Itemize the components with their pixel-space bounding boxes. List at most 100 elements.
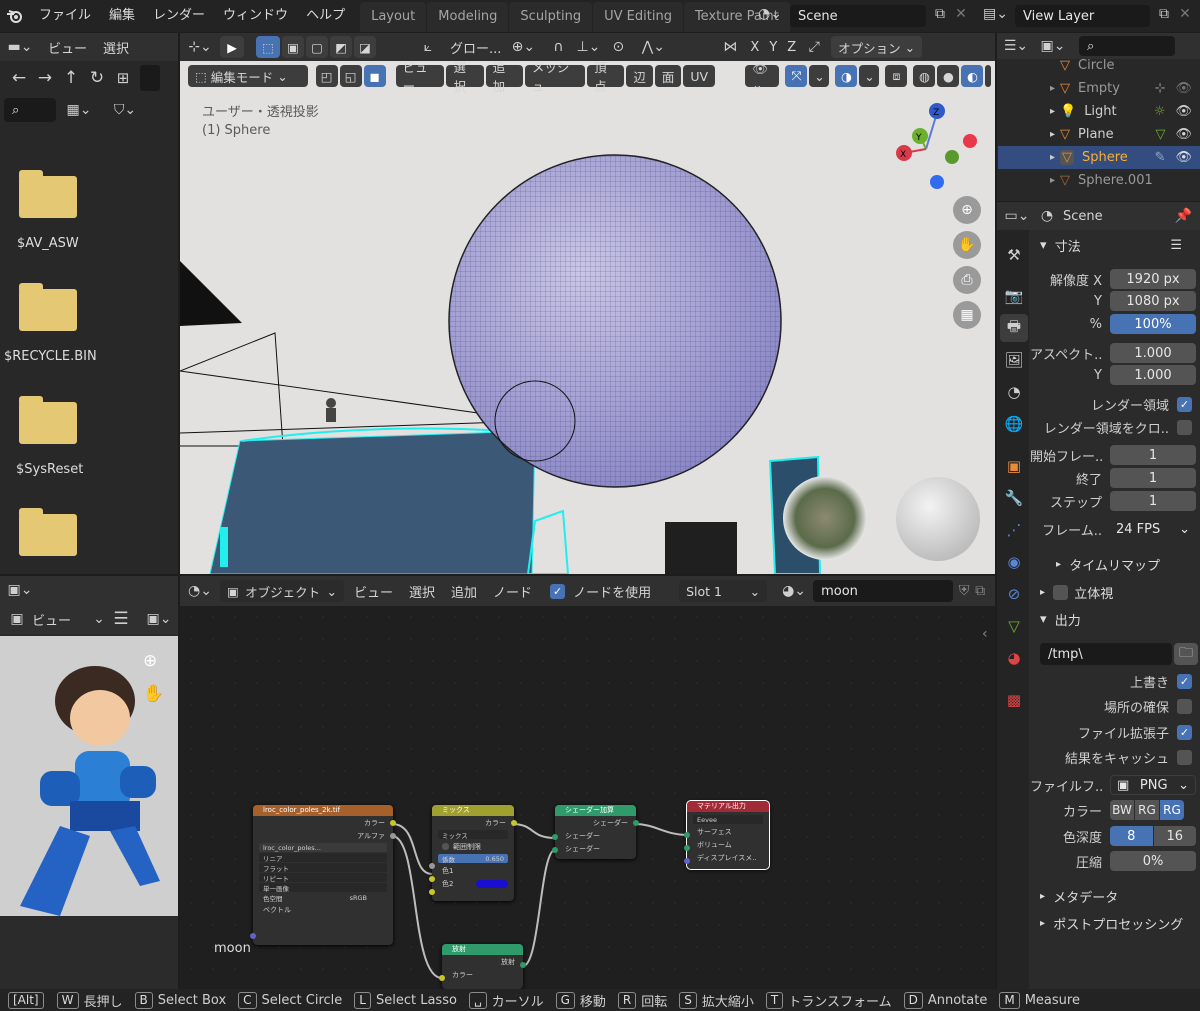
frame-start-field[interactable]: 1	[1110, 445, 1196, 465]
output-socket[interactable]	[390, 833, 396, 839]
aspect-y-field[interactable]: 1.000	[1110, 365, 1196, 385]
checkbox-checked[interactable]: ✓	[1177, 673, 1192, 689]
overlay-toggle-icon[interactable]: ◑	[835, 65, 858, 87]
menu-edit[interactable]: 編集	[100, 0, 144, 32]
color2-row[interactable]: 色2	[432, 877, 514, 890]
input-socket[interactable]	[552, 834, 558, 840]
tool-tab-icon[interactable]: ⚒	[1000, 241, 1028, 269]
target-dropdown[interactable]: Eevee	[693, 815, 763, 824]
perspective-toggle-icon[interactable]: ▦	[953, 301, 981, 329]
edge-select-icon[interactable]: ◱	[339, 65, 362, 87]
eye-icon[interactable]: 👁	[1175, 104, 1192, 119]
fake-user-shield-icon[interactable]: ⛨	[953, 583, 975, 599]
clamp-checkbox[interactable]: 範囲制限	[432, 840, 514, 853]
input-socket[interactable]	[684, 845, 690, 851]
object-tab-icon[interactable]: ▣	[1000, 452, 1028, 480]
fps-dropdown[interactable]: 24 FPS ⌄	[1110, 519, 1196, 539]
emission-node[interactable]: 放射 放射 カラー	[439, 944, 526, 989]
res-x-field[interactable]: 1920 px	[1110, 269, 1196, 289]
eye-icon[interactable]: 👁	[1175, 150, 1192, 165]
node-title[interactable]: マテリアル出力	[687, 801, 769, 812]
input-socket[interactable]	[429, 863, 435, 869]
eye-icon[interactable]: 👁	[1175, 81, 1192, 96]
projection-dropdown[interactable]: フラット	[259, 863, 387, 873]
postprocessing-section[interactable]: ▸ ポストプロセッシング	[1030, 910, 1200, 936]
sidebar-toggle-icon[interactable]: ‹	[982, 626, 988, 642]
snap-icon[interactable]: ∩	[543, 39, 573, 55]
ne-menu-add[interactable]: 追加	[443, 582, 485, 601]
duplicate-material-icon[interactable]: ⧉	[975, 583, 985, 599]
input-socket[interactable]	[250, 933, 256, 939]
display-mode-icon[interactable]: ▣⌄	[1035, 38, 1071, 54]
blender-logo-icon[interactable]	[0, 0, 30, 32]
ne-menu-select[interactable]: 選択	[401, 582, 443, 601]
checkbox-checked[interactable]: ✓	[1177, 396, 1192, 412]
material-browse-icon[interactable]: ◕⌄	[775, 583, 813, 599]
select-intersect-icon[interactable]: ◪	[354, 36, 376, 58]
wireframe-shading-icon[interactable]: ◍	[913, 65, 936, 87]
folder-icon[interactable]	[19, 508, 77, 556]
color-rgb-button[interactable]: RG	[1135, 800, 1159, 820]
view-layer-tab-icon[interactable]: 🖼	[1000, 346, 1028, 374]
select-extend-icon[interactable]: ▣	[282, 36, 304, 58]
filter-icon[interactable]: ⛉⌄	[102, 102, 148, 118]
blend-mode-dropdown[interactable]: ミックス	[438, 830, 508, 840]
transform-orientation-value[interactable]: グロー...	[448, 38, 503, 57]
camera-view-icon[interactable]: ⎙	[953, 266, 981, 294]
modifier-tab-icon[interactable]: 🔧	[1000, 484, 1028, 512]
mirror-z[interactable]: Z	[782, 40, 801, 55]
node-title[interactable]: ミックス	[432, 805, 514, 816]
input-socket[interactable]	[439, 975, 445, 981]
extension-dropdown[interactable]: リピート	[259, 873, 387, 883]
3d-viewport[interactable]: ユーザー・透視投影 (1) Sphere Z Y X ⊕ ✋ ⎙ ▦	[180, 61, 995, 574]
fb-menu-view[interactable]: ビュー	[40, 38, 95, 57]
tab-layout[interactable]: Layout	[360, 2, 427, 32]
node-title[interactable]: lroc_color_poles_2k.tif	[253, 805, 393, 816]
visibility-eye-icon[interactable]: 👁⌄	[745, 61, 780, 92]
view-dropdown-icon[interactable]: ⌄	[89, 611, 109, 627]
crop-region-checkbox[interactable]: レンダー領域をクロ..	[1030, 416, 1200, 438]
editor-type-image-icon[interactable]: ▣⌄	[0, 582, 40, 598]
rendered-shading-icon[interactable]	[985, 65, 991, 87]
tab-sculpting[interactable]: Sculpting	[509, 2, 593, 32]
depth-8-button[interactable]: 8	[1110, 826, 1153, 846]
ne-menu-node[interactable]: ノード	[485, 582, 540, 601]
constraints-tab-icon[interactable]: ⊘	[1000, 580, 1028, 608]
auto-merge-icon[interactable]: ⤢	[801, 39, 827, 55]
display-mode-icon[interactable]: ▦⌄	[56, 102, 102, 118]
delete-view-layer-icon[interactable]: ✕	[1176, 6, 1194, 22]
zoom-icon[interactable]: ⊕	[953, 196, 981, 224]
res-y-field[interactable]: 1080 px	[1110, 291, 1196, 311]
forward-icon[interactable]: →	[32, 68, 58, 88]
fb-menu-select[interactable]: 選択	[95, 38, 137, 57]
world-tab-icon[interactable]: 🌐	[1000, 410, 1028, 438]
frame-step-field[interactable]: 1	[1110, 491, 1196, 511]
vp-menu-mesh[interactable]: メッシュ	[524, 60, 586, 94]
tab-uv-editing[interactable]: UV Editing	[593, 2, 683, 32]
menu-window[interactable]: ウィンドウ	[214, 0, 297, 32]
cache-result-checkbox[interactable]: 結果をキャッシュ	[1030, 746, 1200, 768]
select-subtract-icon[interactable]: ▢	[306, 36, 328, 58]
vp-menu-uv[interactable]: UV	[683, 65, 716, 87]
mirror-x[interactable]: X	[745, 40, 764, 55]
source-dropdown[interactable]: 単一画像	[259, 883, 387, 893]
node-title[interactable]: 放射	[442, 944, 523, 955]
new-folder-icon[interactable]: ⊞	[110, 69, 136, 87]
output-socket[interactable]	[633, 820, 639, 826]
scene-tab-icon[interactable]: ◔	[1000, 378, 1028, 406]
output-tab-icon[interactable]: 🖶	[1000, 314, 1028, 342]
menu-render[interactable]: レンダー	[144, 0, 214, 32]
view-layer-icon[interactable]: ▤⌄	[983, 6, 1008, 22]
editor-type-node-icon[interactable]: ◔⌄	[180, 583, 220, 599]
input-socket[interactable]	[429, 889, 435, 895]
use-nodes-checkbox[interactable]: ✓	[550, 583, 566, 599]
outliner-search-input[interactable]: ⌕	[1079, 36, 1175, 56]
output-path-input[interactable]: /tmp\	[1040, 643, 1172, 665]
placeholders-checkbox[interactable]: 場所の確保	[1030, 695, 1200, 717]
node-canvas[interactable]: lroc_color_poles_2k.tif カラー アルファ lroc_co…	[180, 606, 995, 989]
editor-type-folder-icon[interactable]: ▬⌄	[0, 39, 40, 55]
xray-icon[interactable]: ⧈	[885, 65, 908, 87]
options-dropdown[interactable]: オプション ⌄	[831, 36, 923, 58]
factor-slider[interactable]: 係数 0.650	[438, 854, 508, 864]
vp-menu-add[interactable]: 追加	[485, 60, 523, 94]
